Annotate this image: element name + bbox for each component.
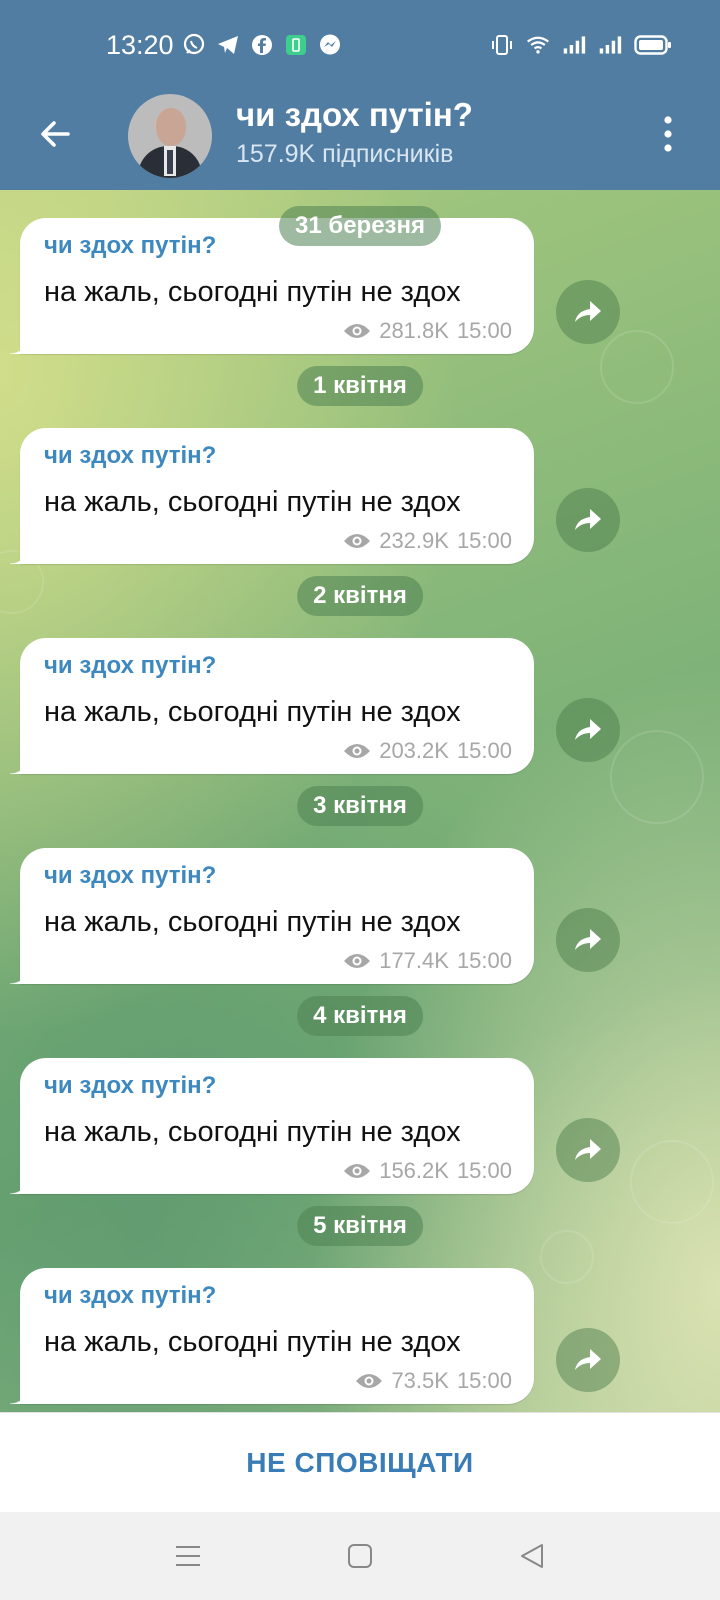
forward-arrow-icon [575, 929, 601, 950]
date-separator: 5 квітня [297, 1206, 423, 1246]
battery-saver-icon [284, 33, 308, 57]
share-button[interactable] [556, 698, 620, 762]
share-button[interactable] [556, 280, 620, 344]
status-time: 13:20 [106, 30, 174, 60]
message-time: 15:00 [456, 1368, 512, 1393]
message-meta: 73.5K 15:00 [355, 1368, 512, 1394]
forward-arrow-icon [575, 509, 601, 530]
view-count: 177.4K [379, 948, 449, 973]
message-list[interactable]: чи здох путін? на жаль, сьогодні путін н… [0, 190, 720, 1412]
signal-icon [598, 33, 622, 57]
share-button[interactable] [556, 1118, 620, 1182]
mute-bar: НЕ СПОВІЩАТИ [0, 1412, 720, 1513]
background-doodle [540, 1230, 594, 1284]
navigation-bar [0, 1512, 720, 1600]
telegram-icon [216, 33, 240, 57]
messenger-icon [318, 33, 342, 57]
message-time: 15:00 [456, 318, 512, 343]
view-count: 281.8K [379, 318, 449, 343]
more-vertical-icon [664, 116, 672, 152]
message-text: на жаль, сьогодні путін не здох [44, 1116, 461, 1148]
back-icon [521, 1544, 543, 1568]
message-sender: чи здох путін? [44, 442, 217, 469]
message-meta: 203.2K 15:00 [343, 738, 512, 764]
background-doodle [610, 730, 704, 824]
eye-icon [344, 744, 371, 758]
notification-icons [182, 33, 342, 57]
eye-icon [344, 1164, 371, 1178]
date-separator: 31 березня [279, 206, 441, 246]
signal-icon [562, 33, 586, 57]
chat-header: чи здох путін? 157.9K підписників [0, 90, 720, 190]
eye-icon [344, 324, 371, 338]
more-menu-button[interactable] [656, 112, 680, 156]
menu-icon [176, 1546, 200, 1566]
view-count: 73.5K [391, 1368, 449, 1393]
message-text: на жаль, сьогодні путін не здох [44, 486, 461, 518]
message-bubble[interactable]: чи здох путін? на жаль, сьогодні путін н… [10, 848, 534, 984]
back-button[interactable] [34, 112, 78, 156]
channel-avatar[interactable] [128, 94, 212, 178]
message-meta: 177.4K 15:00 [343, 948, 512, 974]
message-bubble[interactable]: чи здох путін? на жаль, сьогодні путін н… [10, 1058, 534, 1194]
date-separator: 3 квітня [297, 786, 423, 826]
system-back-button[interactable] [518, 1542, 546, 1575]
message-bubble[interactable]: чи здох путін? на жаль, сьогодні путін н… [10, 218, 534, 354]
message-text: на жаль, сьогодні путін не здох [44, 276, 461, 308]
system-icons [490, 33, 672, 57]
share-button[interactable] [556, 1328, 620, 1392]
message-bubble[interactable]: чи здох путін? на жаль, сьогодні путін н… [10, 428, 534, 564]
view-count: 232.9K [379, 528, 449, 553]
message-meta: 281.8K 15:00 [343, 318, 512, 344]
facebook-icon [250, 33, 274, 57]
wifi-icon [526, 33, 550, 57]
message-text: на жаль, сьогодні путін не здох [44, 696, 461, 728]
viber-icon [182, 33, 206, 57]
message-time: 15:00 [456, 1158, 512, 1183]
date-separator: 1 квітня [297, 366, 423, 406]
message-time: 15:00 [456, 948, 512, 973]
message-sender: чи здох путін? [44, 1282, 217, 1309]
view-count: 203.2K [379, 738, 449, 763]
mute-button[interactable]: НЕ СПОВІЩАТИ [246, 1447, 473, 1479]
forward-arrow-icon [575, 1139, 601, 1160]
background-doodle [600, 330, 674, 404]
message-bubble[interactable]: чи здох путін? на жаль, сьогодні путін н… [10, 1268, 534, 1404]
message-sender: чи здох путін? [44, 232, 217, 259]
message-meta: 156.2K 15:00 [343, 1158, 512, 1184]
message-text: на жаль, сьогодні путін не здох [44, 906, 461, 938]
message-sender: чи здох путін? [44, 862, 217, 889]
vibrate-icon [490, 33, 514, 57]
background-doodle [630, 1140, 714, 1224]
message-time: 15:00 [456, 738, 512, 763]
message-meta: 232.9K 15:00 [343, 528, 512, 554]
eye-icon [344, 534, 371, 548]
forward-arrow-icon [575, 1349, 601, 1370]
battery-icon [634, 33, 672, 57]
message-sender: чи здох путін? [44, 1072, 217, 1099]
view-count: 156.2K [379, 1158, 449, 1183]
home-icon [348, 1544, 372, 1568]
arrow-left-icon [41, 121, 70, 147]
eye-icon [356, 1374, 383, 1388]
home-button[interactable] [346, 1542, 374, 1575]
forward-arrow-icon [575, 719, 601, 740]
message-text: на жаль, сьогодні путін не здох [44, 1326, 461, 1358]
forward-arrow-icon [575, 301, 601, 322]
share-button[interactable] [556, 908, 620, 972]
message-time: 15:00 [456, 528, 512, 553]
recent-apps-button[interactable] [174, 1542, 202, 1575]
eye-icon [344, 954, 371, 968]
subscriber-count: 157.9K підписників [236, 140, 454, 168]
date-separator: 2 квітня [297, 576, 423, 616]
message-bubble[interactable]: чи здох путін? на жаль, сьогодні путін н… [10, 638, 534, 774]
message-sender: чи здох путін? [44, 652, 217, 679]
status-bar: 13:20 [0, 0, 720, 90]
channel-title[interactable]: чи здох путін? [236, 96, 473, 134]
share-button[interactable] [556, 488, 620, 552]
date-separator: 4 квітня [297, 996, 423, 1036]
